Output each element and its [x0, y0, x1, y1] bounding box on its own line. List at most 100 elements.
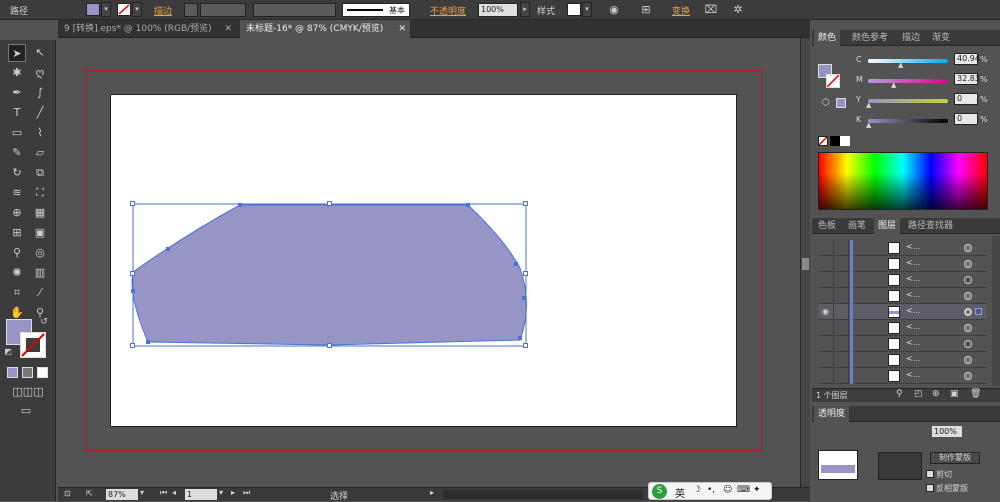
visibility-toggle[interactable] [818, 272, 834, 288]
white-swatch[interactable] [840, 136, 850, 146]
visibility-toggle[interactable] [818, 320, 834, 336]
bbox-handle[interactable] [327, 343, 332, 348]
next-artboard-icon[interactable]: ▸ [231, 488, 235, 497]
delete-layer-icon[interactable]: 🗑 [970, 389, 981, 399]
anchor-point[interactable] [166, 247, 170, 251]
target-icon[interactable] [964, 340, 972, 348]
bbox-handle[interactable] [523, 343, 528, 348]
target-icon[interactable] [964, 292, 972, 300]
slider-track-y[interactable] [868, 99, 948, 103]
slider-thumb-m[interactable]: ▲ [891, 81, 896, 89]
tab-gradient[interactable]: 渐变 [928, 30, 954, 46]
visibility-toggle[interactable] [818, 256, 834, 272]
lock-toggle[interactable] [835, 304, 849, 320]
visibility-toggle[interactable] [818, 336, 834, 352]
slider-track-m[interactable] [868, 79, 948, 83]
out-of-gamut-icon[interactable]: ⬡ [822, 98, 830, 108]
slider-thumb-k[interactable]: ▲ [866, 121, 871, 129]
layer-name[interactable]: <... [906, 242, 920, 251]
target-icon[interactable] [964, 244, 972, 252]
lock-toggle[interactable] [835, 368, 849, 384]
layer-name[interactable]: <... [906, 274, 920, 283]
layer-row-selected[interactable]: ◉ <... [818, 304, 986, 320]
color-spectrum[interactable] [818, 152, 988, 210]
anchor-point[interactable] [131, 289, 135, 293]
value-k[interactable]: 0 [954, 113, 978, 125]
anchor-point[interactable] [146, 340, 150, 344]
anchor-point[interactable] [238, 203, 242, 207]
layer-row[interactable]: <... [818, 272, 986, 288]
clip-checkbox[interactable] [926, 470, 934, 478]
value-y[interactable]: 0 [954, 93, 978, 105]
layer-name[interactable]: <... [906, 290, 920, 299]
moon-icon[interactable]: ☽ [693, 485, 701, 495]
keyboard-icon[interactable]: ⌨ [737, 485, 750, 495]
visibility-toggle[interactable] [818, 240, 834, 256]
layer-name[interactable]: <... [906, 338, 920, 347]
layer-name[interactable]: <... [906, 354, 920, 363]
tab-color-guide[interactable]: 颜色参考 [848, 30, 892, 46]
target-icon[interactable] [964, 260, 972, 268]
lock-toggle[interactable] [835, 256, 849, 272]
layer-row[interactable]: <... [818, 368, 986, 384]
locate-object-icon[interactable]: ⚲ [896, 389, 903, 399]
anchor-point[interactable] [466, 203, 470, 207]
anchor-point[interactable] [522, 296, 526, 300]
tab-layers[interactable]: 图层 [874, 218, 901, 234]
vertical-scrollbar[interactable] [800, 38, 810, 487]
export-icon[interactable]: ⇱ [86, 489, 93, 498]
panel-stroke-swatch[interactable] [826, 74, 840, 88]
status-icon[interactable]: ⊡ [64, 489, 71, 498]
slider-thumb-c[interactable]: ▲ [898, 61, 903, 69]
bbox-handle[interactable] [130, 201, 135, 206]
page-dropdown-icon[interactable]: ▾ [219, 488, 223, 497]
slider-track-c[interactable] [868, 59, 948, 63]
lock-toggle[interactable] [835, 272, 849, 288]
target-icon[interactable] [964, 324, 972, 332]
tab-swatches[interactable]: 色板 [814, 218, 840, 234]
bbox-handle[interactable] [523, 201, 528, 206]
bbox-handle[interactable] [327, 201, 332, 206]
layer-row[interactable]: <... [818, 240, 986, 256]
make-mask-button[interactable]: 制作蒙版 [930, 452, 980, 464]
layer-row[interactable]: <... [818, 288, 986, 304]
new-sublayer-icon[interactable]: ⊕ [932, 389, 940, 399]
layer-row[interactable]: <... [818, 352, 986, 368]
target-icon[interactable] [964, 308, 972, 316]
layers-scrollbar[interactable] [992, 236, 1000, 386]
skin-icon[interactable]: ✦ [753, 485, 761, 495]
punctuation-icon[interactable]: •, [707, 485, 715, 495]
lock-toggle[interactable] [835, 288, 849, 304]
layer-name[interactable]: <... [906, 322, 920, 331]
tab-pathfinder[interactable]: 路径查找器 [904, 218, 957, 234]
tab-brushes[interactable]: 画笔 [844, 218, 870, 234]
bbox-handle[interactable] [130, 271, 135, 276]
tab-transparency[interactable]: 透明度 [814, 406, 850, 422]
lock-toggle[interactable] [835, 352, 849, 368]
tab-stroke[interactable]: 描边 [898, 30, 924, 46]
none-swatch[interactable] [818, 136, 828, 146]
lock-toggle[interactable] [835, 240, 849, 256]
mask-thumbnail[interactable] [878, 452, 922, 480]
ime-logo-icon[interactable]: S [652, 484, 667, 499]
value-m[interactable]: 32.83 [954, 73, 980, 85]
zoom-field[interactable]: 87% [106, 489, 138, 500]
selection-indicator[interactable] [975, 308, 982, 315]
visibility-toggle[interactable] [818, 352, 834, 368]
black-swatch[interactable] [830, 136, 840, 146]
value-c[interactable]: 40.94 [954, 53, 980, 65]
layer-row[interactable]: <... [818, 336, 986, 352]
prev-artboard-icon[interactable]: ◂ [172, 488, 176, 497]
visibility-toggle[interactable] [818, 288, 834, 304]
scroll-thumb[interactable] [802, 258, 809, 270]
first-artboard-icon[interactable]: ⏮ [160, 488, 167, 498]
anchor-point[interactable] [514, 262, 518, 266]
anchor-point[interactable] [518, 336, 522, 340]
lock-toggle[interactable] [835, 336, 849, 352]
layer-name[interactable]: <... [906, 306, 920, 315]
layer-row[interactable]: <... [818, 256, 986, 272]
slider-track-k[interactable] [868, 119, 948, 123]
status-menu-icon[interactable]: ▸ [430, 488, 434, 497]
transparency-opacity-field[interactable]: 100% [932, 426, 962, 437]
bbox-handle[interactable] [523, 271, 528, 276]
